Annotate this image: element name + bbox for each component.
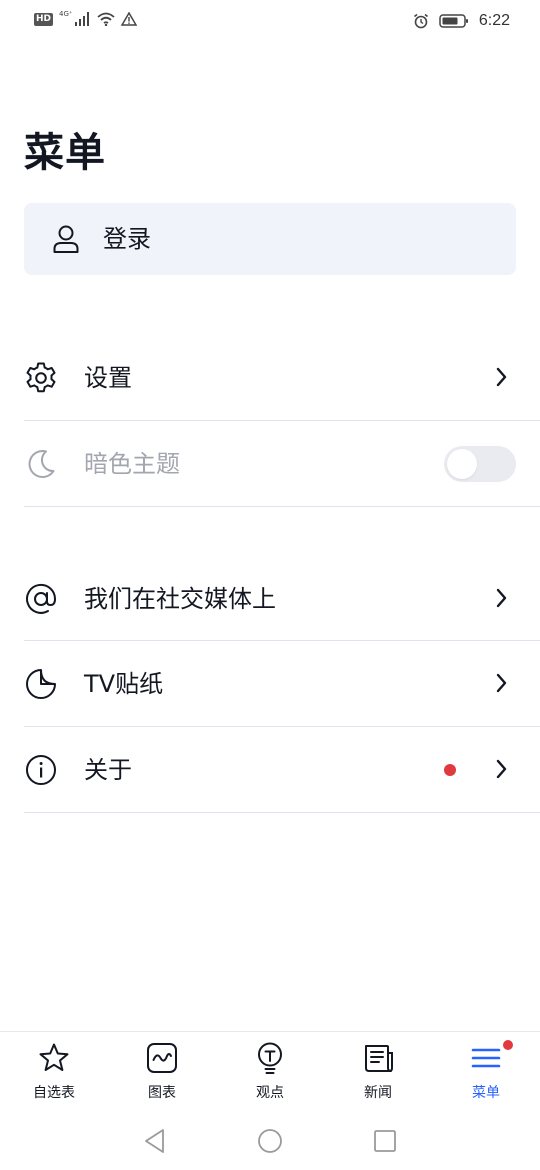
nav-label-ideas: 观点 (256, 1085, 284, 1101)
dark-theme-toggle[interactable] (444, 446, 516, 482)
system-nav-bar (0, 1111, 540, 1170)
back-icon[interactable] (141, 1127, 169, 1155)
at-icon (24, 582, 58, 620)
page-title: 菜单 (24, 130, 106, 176)
battery-icon (439, 13, 469, 29)
notification-dot (444, 764, 456, 776)
status-time: 6:22 (478, 12, 510, 29)
chevron-right-icon (496, 673, 508, 697)
divider (24, 812, 540, 813)
chevron-right-icon (496, 759, 508, 783)
nav-label-menu: 菜单 (472, 1085, 500, 1101)
menu-item-tv-stickers[interactable]: TV贴纸 (24, 641, 516, 727)
nav-item-menu[interactable]: 菜单 (432, 1032, 540, 1112)
newspaper-icon (362, 1042, 394, 1074)
sticker-icon (24, 667, 58, 705)
lightbulb-icon (254, 1042, 286, 1074)
bottom-nav: 自选表 图表 观点 新闻 菜单 (0, 1031, 540, 1111)
recents-icon[interactable] (371, 1127, 399, 1155)
network-type: 4G⁺ (59, 10, 73, 18)
home-icon[interactable] (256, 1127, 284, 1155)
star-icon (38, 1042, 70, 1074)
nav-label-watchlist: 自选表 (33, 1085, 75, 1101)
tv-stickers-label: TV贴纸 (84, 670, 164, 698)
status-bar-right: 6:22 (413, 12, 510, 30)
settings-label: 设置 (84, 364, 132, 392)
chevron-right-icon (496, 367, 508, 391)
menu-item-about[interactable]: 关于 (24, 727, 516, 813)
menu-icon (470, 1042, 502, 1074)
chart-icon (146, 1042, 178, 1074)
nav-item-ideas[interactable]: 观点 (216, 1032, 324, 1112)
user-icon (52, 224, 80, 258)
social-label: 我们在社交媒体上 (84, 585, 276, 613)
menu-item-settings[interactable]: 设置 (24, 335, 516, 421)
nav-item-watchlist[interactable]: 自选表 (0, 1032, 108, 1112)
menu-item-dark-theme[interactable]: 暗色主题 (24, 421, 516, 507)
status-bar: HD 4G⁺ 6:22 (0, 0, 540, 46)
nav-item-news[interactable]: 新闻 (324, 1032, 432, 1112)
toggle-knob (447, 449, 477, 479)
login-button[interactable]: 登录 (24, 203, 516, 275)
chevron-right-icon (496, 588, 508, 612)
notification-dot (503, 1040, 513, 1050)
alarm-icon (413, 13, 429, 29)
about-label: 关于 (84, 756, 132, 784)
info-icon (24, 753, 58, 791)
nav-label-chart: 图表 (148, 1085, 176, 1101)
gear-icon (24, 361, 58, 399)
wifi-icon (97, 12, 115, 26)
login-label: 登录 (103, 225, 151, 253)
signal-icon (74, 12, 91, 26)
hd-badge: HD (34, 12, 54, 26)
nav-label-news: 新闻 (364, 1085, 392, 1101)
dark-theme-label: 暗色主题 (84, 450, 180, 478)
warning-icon (120, 12, 137, 26)
divider (24, 506, 540, 507)
moon-icon (24, 447, 58, 485)
status-bar-left: HD 4G⁺ (34, 10, 137, 26)
nav-item-chart[interactable]: 图表 (108, 1032, 216, 1112)
menu-item-social[interactable]: 我们在社交媒体上 (24, 556, 516, 642)
